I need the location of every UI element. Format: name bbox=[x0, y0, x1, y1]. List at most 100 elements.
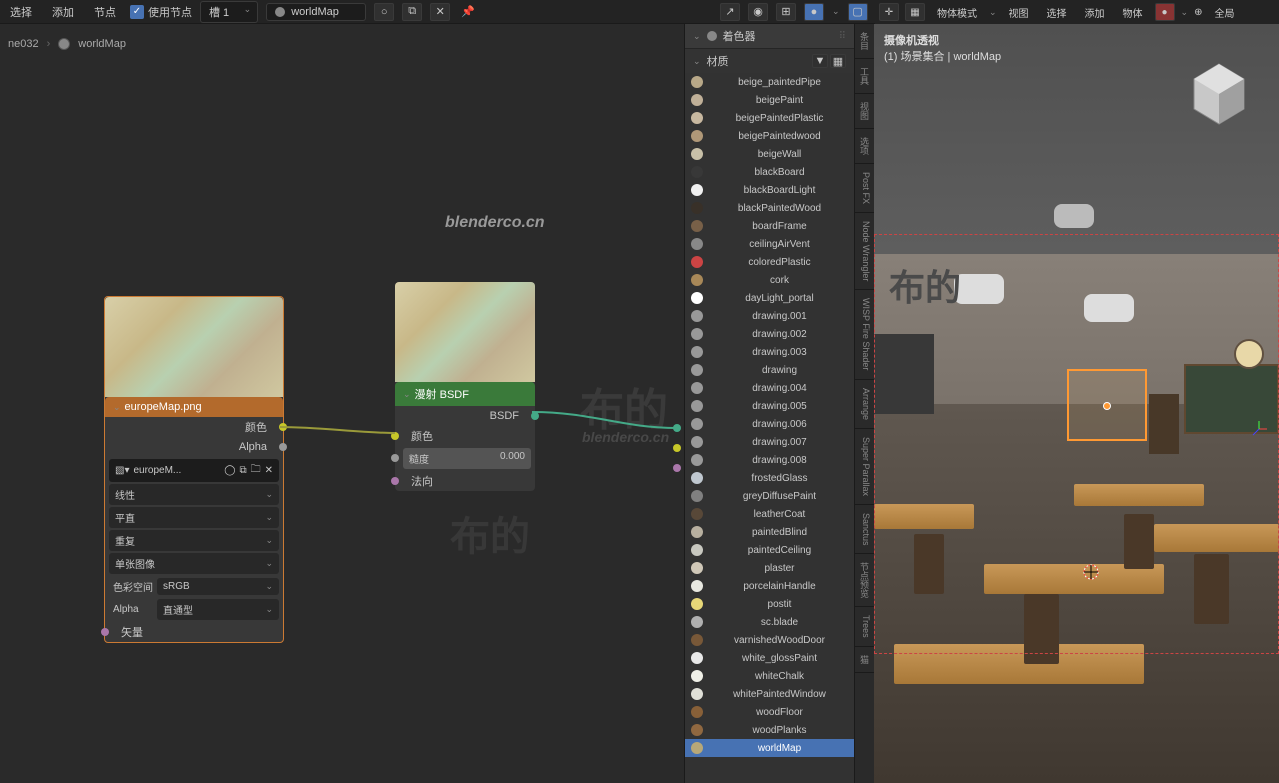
display-icon[interactable]: ▢ bbox=[848, 3, 868, 21]
viewport-3d[interactable]: 摄像机透视 (1) 场景集合 | worldMap 布的 blenderco.c… bbox=[874, 24, 1279, 783]
projection-dropdown[interactable]: 平直⌄ bbox=[109, 507, 279, 528]
panel-header-shader[interactable]: ⌄ 着色器 ⠿ bbox=[685, 24, 854, 49]
close-icon[interactable]: ✕ bbox=[430, 3, 450, 21]
node-image-texture[interactable]: ⌄ europeMap.png 颜色 Alpha ▧▾ europeM... ◯… bbox=[104, 296, 284, 643]
material-item[interactable]: paintedBlind bbox=[685, 523, 854, 541]
material-item[interactable]: beigePaintedwood bbox=[685, 127, 854, 145]
material-item[interactable]: drawing.008 bbox=[685, 451, 854, 469]
menu-add[interactable]: 添加 bbox=[1079, 3, 1111, 22]
node-header[interactable]: ⌄ europeMap.png bbox=[105, 397, 283, 417]
material-item[interactable]: drawing.007 bbox=[685, 433, 854, 451]
side-tab[interactable]: 视图 bbox=[855, 94, 874, 129]
material-item[interactable]: beigeWall bbox=[685, 145, 854, 163]
material-item[interactable]: drawing.005 bbox=[685, 397, 854, 415]
material-list[interactable]: beige_paintedPipebeigePaintbeigePaintedP… bbox=[685, 73, 854, 783]
panel-header-material[interactable]: ⌄ 材质 ▼ ▦ bbox=[685, 49, 854, 73]
shield-icon[interactable]: ○ bbox=[374, 3, 394, 21]
source-dropdown[interactable]: 单张图像⌄ bbox=[109, 553, 279, 574]
orientation-icon[interactable]: ⊕ bbox=[1194, 7, 1202, 18]
menu-object[interactable]: 物体 bbox=[1117, 3, 1149, 22]
node-diffuse-bsdf[interactable]: ⌄ 漫射 BSDF BSDF 颜色 糙度0.000 法向 bbox=[395, 282, 535, 491]
arrow-icon[interactable]: ↗ bbox=[720, 3, 740, 21]
material-item[interactable]: leatherCoat bbox=[685, 505, 854, 523]
side-tab[interactable]: 猫 bbox=[855, 647, 874, 673]
alpha-dropdown[interactable]: 直通型⌄ bbox=[157, 599, 279, 620]
roughness-slider[interactable]: 糙度0.000 bbox=[403, 448, 531, 469]
gizmo-small[interactable] bbox=[1249, 419, 1269, 439]
material-item[interactable]: sc.blade bbox=[685, 613, 854, 631]
colorspace-dropdown[interactable]: sRGB⌄ bbox=[157, 578, 279, 595]
drag-handle-icon[interactable]: ⠿ bbox=[839, 31, 846, 42]
material-item[interactable]: coloredPlastic bbox=[685, 253, 854, 271]
material-item[interactable]: paintedCeiling bbox=[685, 541, 854, 559]
nav-gizmo[interactable] bbox=[1179, 54, 1259, 134]
side-tab[interactable]: Trees bbox=[855, 607, 874, 647]
material-item[interactable]: worldMap bbox=[685, 739, 854, 757]
socket-output-node[interactable] bbox=[673, 464, 681, 472]
slot-dropdown[interactable]: 槽 1 ⌄ bbox=[200, 1, 258, 23]
side-tab[interactable]: 条目 bbox=[855, 24, 874, 59]
snap-icon[interactable]: ⊞ bbox=[776, 3, 796, 21]
material-item[interactable]: boardFrame bbox=[685, 217, 854, 235]
side-tab[interactable]: 工具 bbox=[855, 59, 874, 94]
menu-view[interactable]: 视图 bbox=[1003, 3, 1035, 22]
copy-icon[interactable]: ⧉ bbox=[239, 465, 246, 476]
side-tab[interactable]: Arrange bbox=[855, 380, 874, 429]
side-tab[interactable]: 节点预览 bbox=[855, 554, 874, 607]
socket-input[interactable] bbox=[391, 477, 399, 485]
overlay-icon[interactable]: ◉ bbox=[748, 3, 768, 21]
material-item[interactable]: postit bbox=[685, 595, 854, 613]
folder-icon[interactable]: 🗀 bbox=[251, 462, 261, 479]
material-item[interactable]: drawing.001 bbox=[685, 307, 854, 325]
material-dropdown[interactable]: worldMap bbox=[266, 3, 366, 21]
material-item[interactable]: blackBoardLight bbox=[685, 181, 854, 199]
material-item[interactable]: blackBoard bbox=[685, 163, 854, 181]
material-item[interactable]: cork bbox=[685, 271, 854, 289]
use-nodes-toggle[interactable]: ✓ 使用节点 bbox=[130, 4, 192, 20]
collapse-icon[interactable]: ⌄ bbox=[403, 389, 411, 400]
close-icon[interactable]: ✕ bbox=[265, 465, 273, 476]
material-item[interactable]: beige_paintedPipe bbox=[685, 73, 854, 91]
material-item[interactable]: beigePaint bbox=[685, 91, 854, 109]
material-item[interactable]: plaster bbox=[685, 559, 854, 577]
image-selector[interactable]: ▧▾ europeM... ◯ ⧉ 🗀 ✕ bbox=[109, 459, 279, 482]
material-item[interactable]: whiteChalk bbox=[685, 667, 854, 685]
material-item[interactable]: drawing bbox=[685, 361, 854, 379]
material-item[interactable]: dayLight_portal bbox=[685, 289, 854, 307]
shield-icon[interactable]: ◯ bbox=[224, 465, 235, 476]
menu-node[interactable]: 节点 bbox=[88, 2, 122, 22]
socket-input[interactable] bbox=[101, 628, 109, 636]
material-item[interactable]: drawing.003 bbox=[685, 343, 854, 361]
material-item[interactable]: whitePaintedWindow bbox=[685, 685, 854, 703]
socket-output-node[interactable] bbox=[673, 444, 681, 452]
editor-icon[interactable]: ▦ bbox=[905, 3, 925, 21]
breadcrumb-scene[interactable]: ne032 bbox=[8, 38, 39, 50]
side-tab[interactable]: WISP Fire Shader bbox=[855, 290, 874, 379]
socket-output-node[interactable] bbox=[673, 424, 681, 432]
side-tab[interactable]: Post FX bbox=[855, 164, 874, 213]
socket-output[interactable] bbox=[279, 443, 287, 451]
extension-dropdown[interactable]: 重复⌄ bbox=[109, 530, 279, 551]
material-item[interactable]: drawing.002 bbox=[685, 325, 854, 343]
side-tab[interactable]: Node Wrangler bbox=[855, 213, 874, 290]
socket-input[interactable] bbox=[391, 454, 399, 462]
socket-output[interactable] bbox=[531, 412, 539, 420]
collapse-icon[interactable]: ⌄ bbox=[113, 402, 121, 413]
side-tab[interactable]: Super Parallax bbox=[855, 429, 874, 505]
breadcrumb-material[interactable]: worldMap bbox=[78, 38, 126, 50]
interpolation-dropdown[interactable]: 线性⌄ bbox=[109, 484, 279, 505]
material-item[interactable]: drawing.004 bbox=[685, 379, 854, 397]
list-icon[interactable]: ▦ bbox=[830, 54, 846, 68]
menu-select[interactable]: 选择 bbox=[4, 2, 38, 22]
material-item[interactable]: drawing.006 bbox=[685, 415, 854, 433]
material-item[interactable]: ceilingAirVent bbox=[685, 235, 854, 253]
orientation-dropdown[interactable]: 全局 bbox=[1208, 3, 1240, 22]
material-item[interactable]: frostedGlass bbox=[685, 469, 854, 487]
shading-icon[interactable]: ● bbox=[804, 3, 824, 21]
material-item[interactable]: woodFloor bbox=[685, 703, 854, 721]
node-editor[interactable]: ne032 › worldMap blenderco.cn 布的 布的 blen… bbox=[0, 24, 684, 783]
record-icon[interactable]: ● bbox=[1155, 3, 1175, 21]
material-item[interactable]: woodPlanks bbox=[685, 721, 854, 739]
material-item[interactable]: greyDiffusePaint bbox=[685, 487, 854, 505]
material-item[interactable]: varnishedWoodDoor bbox=[685, 631, 854, 649]
